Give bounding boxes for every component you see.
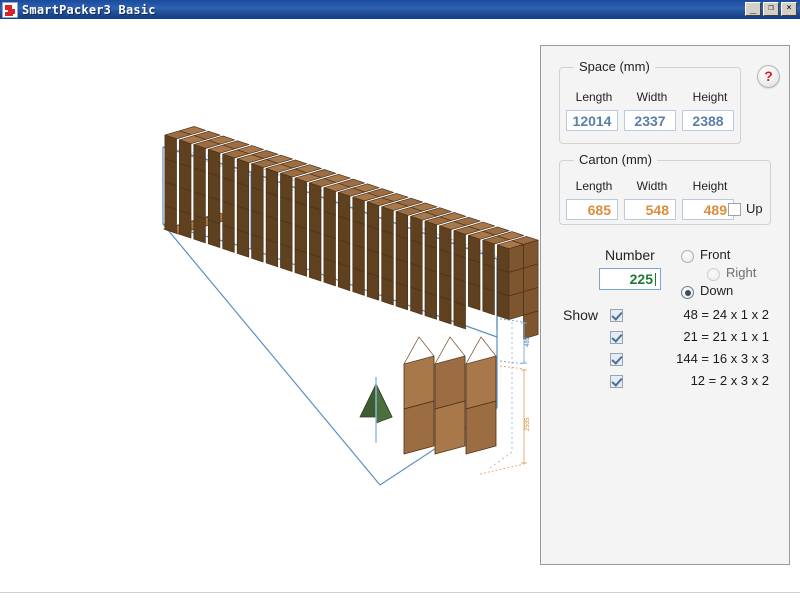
carton-stack bbox=[162, 126, 539, 455]
space-width-input[interactable]: 2337 bbox=[624, 110, 676, 131]
orientation-marker bbox=[359, 377, 393, 443]
application-window: SmartPacker3 Basic _ ❐ × 489 2535 ? Spac… bbox=[0, 0, 800, 600]
carton-up-checkbox[interactable] bbox=[728, 203, 741, 216]
carton-length-input[interactable]: 685 bbox=[566, 199, 618, 220]
space-height-label: Height bbox=[692, 90, 728, 104]
orientation-radio-front[interactable] bbox=[681, 250, 694, 263]
window-title: SmartPacker3 Basic bbox=[22, 2, 156, 17]
number-value: 225 bbox=[629, 271, 653, 287]
carton-group-title: Carton (mm) bbox=[574, 152, 657, 167]
show-checkbox-2[interactable] bbox=[610, 353, 623, 366]
restore-icon: ❐ bbox=[768, 3, 774, 13]
dimension-label-load: 2535 bbox=[525, 417, 531, 431]
space-length-label: Length bbox=[575, 90, 613, 104]
show-row-3: 12 = 2 x 3 x 2 bbox=[690, 373, 769, 388]
window-controls: _ ❐ × bbox=[745, 2, 797, 16]
show-row-0: 48 = 24 x 1 x 2 bbox=[683, 307, 769, 322]
minimize-button[interactable]: _ bbox=[745, 2, 761, 16]
carton-width-label: Width bbox=[636, 179, 668, 193]
title-bar: SmartPacker3 Basic _ ❐ × bbox=[0, 0, 800, 20]
minimize-icon: _ bbox=[749, 1, 757, 14]
dimension-label-height: 489 bbox=[525, 336, 531, 347]
space-width-label: Width bbox=[636, 90, 668, 104]
help-icon: ? bbox=[764, 68, 773, 84]
show-row-1: 21 = 21 x 1 x 1 bbox=[683, 329, 769, 344]
number-label: Number bbox=[605, 247, 655, 263]
close-button[interactable]: × bbox=[781, 2, 797, 16]
space-group: Space (mm) bbox=[559, 59, 741, 144]
orientation-radio-down[interactable] bbox=[681, 286, 694, 299]
space-length-input[interactable]: 12014 bbox=[566, 110, 618, 131]
space-group-title: Space (mm) bbox=[574, 59, 655, 74]
carton-length-label: Length bbox=[575, 179, 613, 193]
orientation-radio-right[interactable] bbox=[707, 268, 720, 281]
carton-up-label: Up bbox=[746, 201, 763, 216]
orientation-label-right: Right bbox=[726, 265, 757, 280]
carton-width-input[interactable]: 548 bbox=[624, 199, 676, 220]
restore-button[interactable]: ❐ bbox=[763, 2, 779, 16]
orientation-label-front: Front bbox=[700, 247, 731, 262]
show-checkbox-1[interactable] bbox=[610, 331, 623, 344]
show-checkbox-0[interactable] bbox=[610, 309, 623, 322]
settings-panel: ? Space (mm) Length Width Height 12014 2… bbox=[540, 45, 790, 565]
close-icon: × bbox=[786, 3, 792, 13]
orientation-label-down: Down bbox=[700, 283, 734, 298]
app-logo-icon bbox=[2, 1, 18, 18]
space-height-input[interactable]: 2388 bbox=[682, 110, 734, 131]
number-input[interactable]: 225 bbox=[599, 268, 661, 290]
show-checkbox-3[interactable] bbox=[610, 375, 623, 388]
carton-height-input[interactable]: 489 bbox=[682, 199, 734, 220]
show-row-2: 144 = 16 x 3 x 3 bbox=[676, 351, 769, 366]
carton-height-label: Height bbox=[692, 179, 728, 193]
footer-divider bbox=[0, 592, 800, 593]
text-caret bbox=[655, 272, 656, 286]
show-label: Show bbox=[563, 307, 599, 323]
help-button[interactable]: ? bbox=[757, 65, 780, 88]
